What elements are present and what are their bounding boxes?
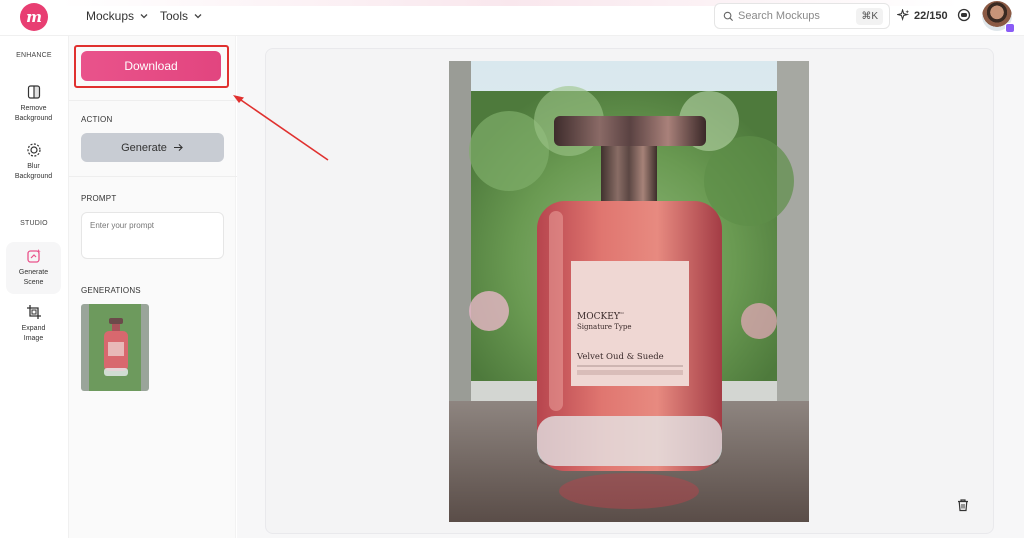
search-icon [723, 11, 734, 21]
perfume-mockup-image: MOCKEY co Signature Type Velvet Oud & Su… [449, 61, 809, 522]
rail-section-enhance: ENHANCE [16, 52, 52, 59]
label-brand-mark: co [619, 310, 624, 315]
logo-text: m [26, 8, 42, 26]
blur-background-icon [26, 143, 41, 157]
panel-divider [69, 176, 237, 177]
thumbnail-bottle-image [104, 318, 128, 376]
rail-item-remove-background[interactable]: Remove Background [6, 78, 61, 124]
search-box[interactable]: ⌘K [714, 3, 890, 29]
rail-item-expand-image[interactable]: Expand Image [6, 298, 61, 344]
rail-item-label: Generate [18, 269, 49, 276]
left-rail: ENHANCE Remove Background Blur Backgroun… [0, 36, 68, 538]
label-product-name: Velvet Oud & Suede [576, 352, 664, 362]
rail-section-studio: STUDIO [20, 220, 48, 227]
generate-scene-icon [26, 249, 41, 263]
rail-item-label: Background [14, 115, 53, 122]
prompt-heading: PROMPT [81, 194, 117, 203]
generations-heading: GENERATIONS [81, 286, 141, 295]
avatar-badge [1005, 23, 1015, 33]
download-highlight-box: Download [74, 45, 229, 88]
label-brand: MOCKEY [577, 312, 621, 322]
rail-item-generate-scene[interactable]: Generate Scene [6, 242, 61, 294]
top-bar: m Mockups Tools ⌘K 22/150 [0, 0, 1024, 36]
credits-counter[interactable]: 22/150 [897, 9, 948, 22]
rail-item-label: Blur [27, 163, 40, 170]
label-subtitle: Signature Type [577, 323, 631, 331]
credits-value: 22/150 [914, 9, 948, 22]
trash-icon [958, 499, 968, 512]
rail-item-label: Expand [21, 325, 46, 332]
tool-panel: Download ACTION Generate PROMPT GENERATI… [68, 36, 237, 538]
download-button[interactable]: Download [81, 51, 221, 81]
rail-item-blur-background[interactable]: Blur Background [6, 136, 61, 182]
generation-thumbnail[interactable] [81, 304, 149, 391]
generate-label: Generate [121, 141, 167, 154]
prompt-input[interactable] [81, 212, 224, 259]
search-input[interactable] [738, 10, 848, 22]
rail-item-label: Image [23, 335, 44, 342]
action-heading: ACTION [81, 115, 113, 124]
chevron-down-icon [140, 14, 148, 19]
search-shortcut-badge: ⌘K [856, 8, 883, 25]
expand-image-icon [26, 305, 41, 319]
avatar[interactable] [982, 1, 1015, 33]
rail-item-label: Scene [23, 279, 44, 286]
app-logo[interactable]: m [20, 3, 48, 31]
arrow-right-icon [173, 143, 183, 152]
delete-button[interactable] [951, 493, 975, 517]
annotation-arrow [233, 95, 329, 161]
support-icon[interactable] [957, 8, 971, 22]
generate-button[interactable]: Generate [81, 133, 224, 162]
perfume-bottle-scene: MOCKEY co Signature Type Velvet Oud & Su… [449, 61, 809, 522]
chevron-down-icon [194, 14, 202, 19]
remove-background-icon [27, 85, 40, 99]
rail-item-label: Background [14, 173, 53, 180]
nav-tools[interactable]: Tools [160, 9, 203, 23]
nav-mockups-label: Mockups [86, 9, 135, 23]
rail-item-label: Remove [20, 105, 47, 112]
nav-mockups[interactable]: Mockups [86, 9, 149, 23]
sparkle-icon [897, 9, 910, 21]
panel-divider [69, 100, 237, 101]
nav-tools-label: Tools [160, 9, 189, 23]
